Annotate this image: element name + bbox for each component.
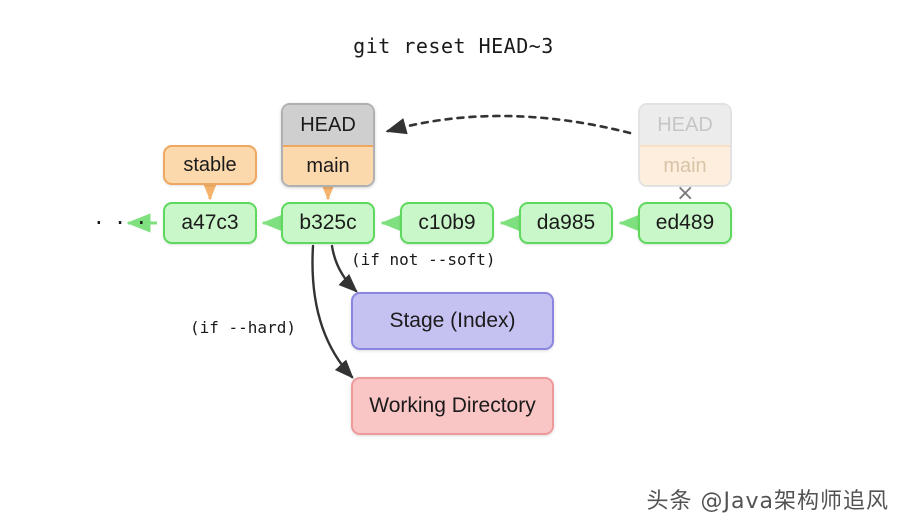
working-directory-label: Working Directory: [369, 394, 536, 417]
commit-node-a47c3[interactable]: a47c3: [163, 202, 257, 244]
head-ref-active[interactable]: HEAD main: [281, 103, 375, 187]
head-label-previous: HEAD: [640, 105, 730, 145]
working-directory-box[interactable]: Working Directory: [351, 377, 554, 435]
branch-ref-main-previous: main: [640, 145, 730, 185]
cross-out-icon: ×: [676, 181, 695, 206]
annotation-if-not-soft: (if not --soft): [351, 250, 496, 269]
commit-node-ed489[interactable]: ed489: [638, 202, 732, 244]
branch-label: stable: [183, 153, 237, 176]
branch-ref-stable[interactable]: stable: [163, 145, 257, 185]
head-ref-previous: HEAD main: [638, 103, 732, 187]
commit-label: a47c3: [181, 211, 239, 234]
commit-label: b325c: [299, 211, 357, 234]
commit-label: da985: [536, 211, 596, 234]
head-label-active: HEAD: [283, 105, 373, 145]
stage-index-label: Stage (Index): [389, 309, 516, 332]
commit-node-da985[interactable]: da985: [519, 202, 613, 244]
annotation-if-hard: (if --hard): [190, 318, 296, 337]
commit-label: c10b9: [418, 211, 476, 234]
watermark: 头条 @Java架构师追风: [646, 489, 889, 514]
stage-index-box[interactable]: Stage (Index): [351, 292, 554, 350]
commit-node-b325c[interactable]: b325c: [281, 202, 375, 244]
head-move-dashed-arrow: [385, 114, 632, 135]
diagram-canvas: git reset HEAD~3 · · · a47c3 b325c c10b9…: [0, 0, 907, 529]
page-title: git reset HEAD~3: [353, 34, 554, 58]
commit-node-c10b9[interactable]: c10b9: [400, 202, 494, 244]
history-ellipsis: · · ·: [95, 209, 149, 237]
commit-label: ed489: [655, 211, 715, 234]
branch-ref-main-active: main: [283, 145, 373, 185]
reset-working-arrow: [311, 244, 354, 379]
ref-arrows: [200, 176, 338, 201]
